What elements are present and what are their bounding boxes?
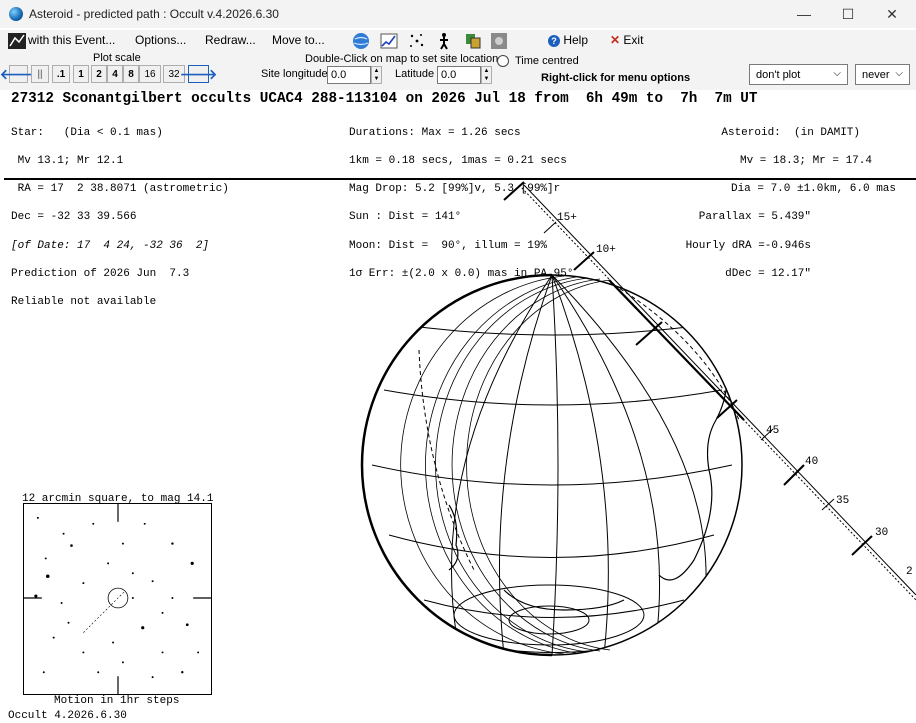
track-ticks [503,181,873,556]
scroll-left-button[interactable]: 🡐 [0,65,37,83]
tick-label-2: 2 [906,566,913,578]
help-icon: ? [548,35,560,47]
track-minor-ticks [543,221,835,511]
menu-bar: with this Event... Options... Redraw... … [0,30,916,52]
site-longitude-input[interactable]: 0.0 [327,66,371,84]
scale-button-0-1[interactable]: .1 [52,65,70,83]
star-field-icon[interactable] [408,32,426,50]
app-globe-icon [9,7,23,21]
menu-with-this-event[interactable]: with this Event... [28,33,115,47]
image-icon[interactable] [490,32,508,50]
close-window-button[interactable]: ✕ [870,0,914,28]
scroll-right-button[interactable]: 🡒 [180,65,217,83]
finder-chart-caption: Motion in 1hr steps [54,695,180,707]
tick-label-45: 45 [766,425,779,437]
tick-label-15: 15+ [557,212,577,224]
plot-mode-value: don't plot [756,68,801,81]
chart-icon[interactable] [380,32,398,50]
chevron-down-icon: ⌵ [833,68,841,79]
site-longitude-label: Site longitude [261,68,328,80]
plot-scale-label: Plot scale [93,52,141,64]
menu-options[interactable]: Options... [135,33,186,47]
event-icon [8,33,26,49]
time-centred-radio[interactable] [497,55,509,67]
exit-label: Exit [623,33,644,47]
menu-exit[interactable]: ✕ Exit [610,33,643,47]
plot-toolbar: Plot scale 🡐 || .1 1 2 4 8 16 32 🡒 Doubl… [0,52,916,90]
menu-help[interactable]: ? Help [548,33,588,47]
never-value: never [862,68,890,81]
graticule [371,275,733,655]
title-bar: Asteroid - predicted path : Occult v.4.2… [0,0,916,28]
latitude-label: Latitude [395,68,435,80]
tick-label-10: 10+ [596,244,616,256]
double-click-hint: Double-Click on map to set site location [305,53,499,65]
latitude-input[interactable]: 0.0 [437,66,481,84]
pause-button[interactable]: || [31,65,49,83]
copy-icon[interactable] [464,32,482,50]
menu-redraw[interactable]: Redraw... [205,33,256,47]
scale-button-2[interactable]: 2 [91,65,107,83]
time-centred-label: Time centred [515,55,579,67]
terminator-shading [360,273,611,657]
help-label: Help [563,33,589,47]
scale-button-4[interactable]: 4 [107,65,123,83]
plot-mode-select[interactable]: don't plot ⌵ [749,64,848,85]
menu-move-to[interactable]: Move to... [272,33,325,47]
finder-chart [23,503,212,695]
latitude-spinner[interactable]: ▲ ▼ [481,66,492,84]
scale-button-16[interactable]: 16 [139,65,161,83]
tick-label-40: 40 [805,456,818,468]
minimize-button[interactable]: — [782,0,826,28]
window-title: Asteroid - predicted path : Occult v.4.2… [29,7,279,21]
site-longitude-spinner[interactable]: ▲ ▼ [371,66,382,84]
scale-button-1[interactable]: 1 [73,65,89,83]
globe-limb [361,274,743,656]
observer-icon[interactable] [436,32,454,50]
never-select[interactable]: never ⌵ [855,64,910,85]
scale-button-8[interactable]: 8 [123,65,139,83]
plot-area[interactable]: 27312 Sconantgilbert occults UCAC4 288-1… [4,90,916,723]
chevron-down-icon: ⌵ [895,68,903,79]
maximize-button[interactable]: ☐ [826,0,870,28]
globe-icon[interactable] [352,32,370,50]
version-footer: Occult 4.2026.6.30 [8,710,127,722]
tick-label-35: 35 [836,495,849,507]
right-click-hint: Right-click for menu options [541,72,691,84]
tick-label-30: 30 [875,527,888,539]
exit-icon: ✕ [610,33,621,47]
